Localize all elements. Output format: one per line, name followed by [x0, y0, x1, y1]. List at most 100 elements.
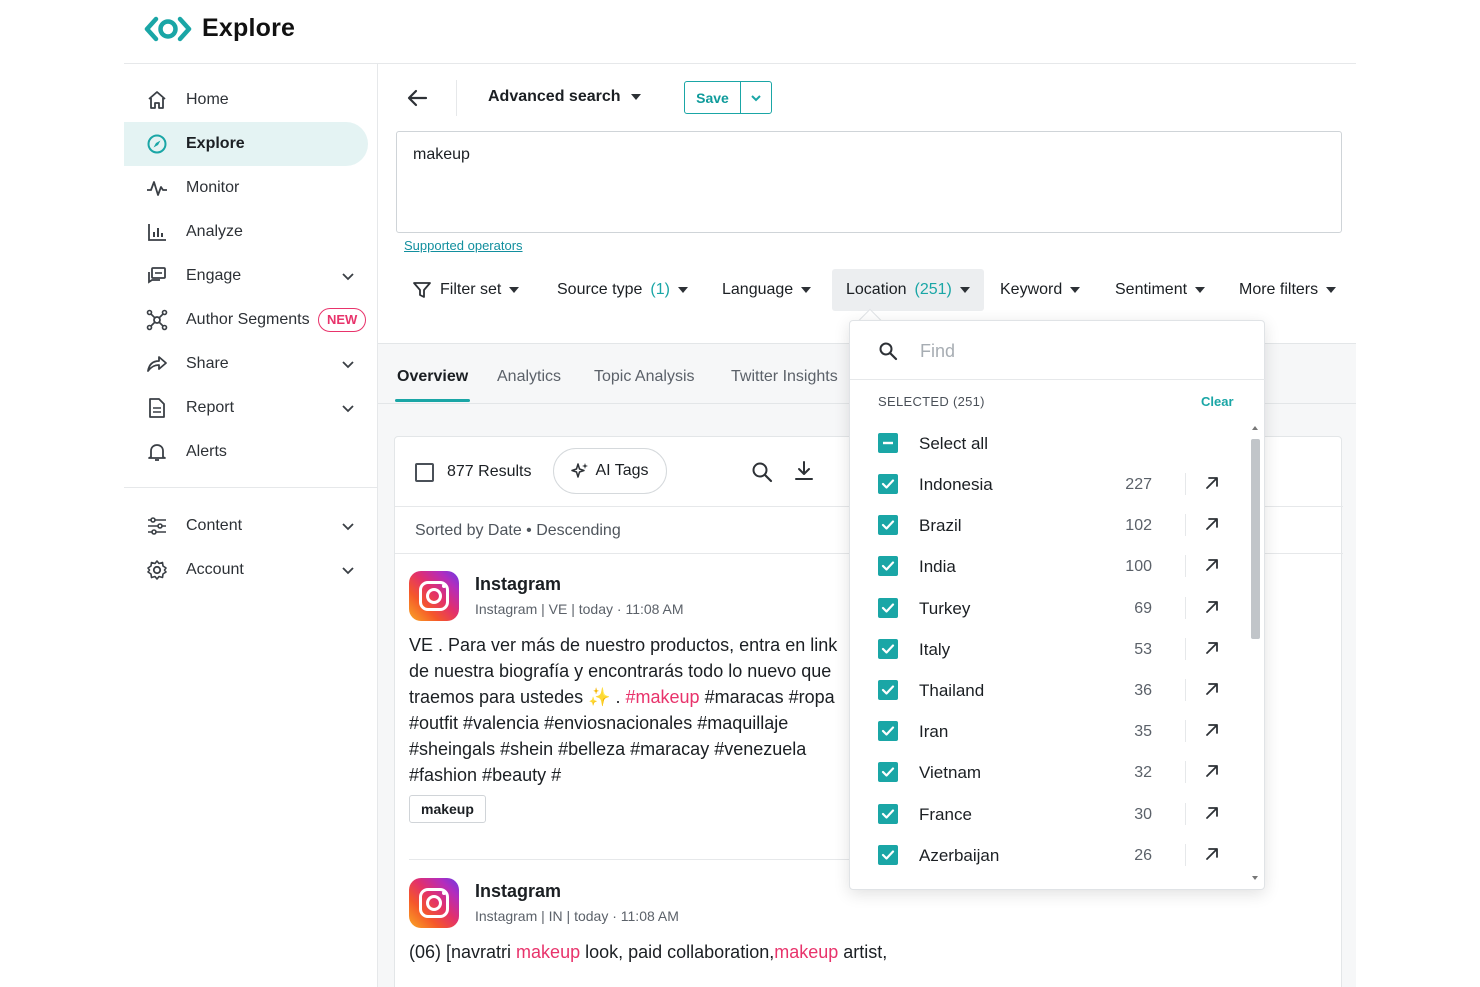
sidebar-item-engage[interactable]: Engage: [124, 254, 368, 298]
search-icon[interactable]: [751, 461, 773, 483]
external-link-icon[interactable]: [1203, 804, 1221, 822]
external-link-icon[interactable]: [1203, 556, 1221, 574]
sidebar-item-report[interactable]: Report: [124, 386, 368, 430]
tab-topic-analysis[interactable]: Topic Analysis: [594, 368, 695, 386]
language-label: Language: [722, 281, 794, 298]
source-type-dropdown[interactable]: Source type (1): [557, 269, 688, 311]
advanced-search-dropdown[interactable]: Advanced search: [488, 88, 641, 106]
more-filters-dropdown[interactable]: More filters: [1239, 269, 1337, 311]
select-all-option[interactable]: Select all: [850, 423, 1246, 464]
tab-twitter-insights[interactable]: Twitter Insights: [731, 368, 838, 386]
tab-overview[interactable]: Overview: [397, 368, 468, 386]
select-all-results-checkbox[interactable]: [415, 463, 434, 482]
checkbox-checked-icon[interactable]: [878, 844, 898, 865]
external-link-icon[interactable]: [1203, 598, 1221, 616]
save-options-button[interactable]: [741, 82, 771, 113]
location-dropdown-menu: Find SELECTED (251) Clear Select all Ind…: [849, 320, 1266, 890]
location-option[interactable]: Vietnam 32: [850, 752, 1246, 793]
scroll-up-icon[interactable]: [1248, 423, 1262, 433]
scroll-down-icon[interactable]: [1248, 873, 1262, 883]
home-icon: [148, 91, 166, 109]
app-logo[interactable]: Explore: [144, 14, 295, 43]
post-meta: Instagram | IN | today · 11:08 AM: [475, 908, 679, 924]
keyword-dropdown[interactable]: Keyword: [1000, 269, 1081, 311]
sidebar-item-alerts[interactable]: Alerts: [124, 430, 368, 474]
location-option-label: Turkey: [919, 598, 971, 618]
sidebar-item-content[interactable]: Content: [124, 504, 368, 548]
checkbox-checked-icon[interactable]: [878, 597, 898, 618]
location-option[interactable]: Italy 53: [850, 629, 1246, 670]
download-icon[interactable]: [793, 460, 815, 482]
location-option-count: 100: [1125, 558, 1152, 576]
checkbox-checked-icon[interactable]: [878, 474, 898, 494]
option-divider: [1185, 802, 1186, 825]
caret-down-icon: [959, 287, 970, 293]
location-option[interactable]: Turkey 69: [850, 588, 1246, 629]
sidebar-item-analyze[interactable]: Analyze: [124, 210, 368, 254]
checkbox-indeterminate-icon[interactable]: [878, 433, 898, 453]
chevron-down-icon: [342, 523, 354, 531]
post-tag[interactable]: makeup: [409, 795, 486, 823]
location-option[interactable]: Thailand 36: [850, 670, 1246, 711]
location-find-field[interactable]: Find: [850, 321, 1266, 380]
location-option[interactable]: Brazil 102: [850, 505, 1246, 546]
clear-button[interactable]: Clear: [1201, 394, 1234, 409]
filter-icon: [413, 282, 431, 298]
sidebar-item-home[interactable]: Home: [124, 78, 368, 122]
save-button[interactable]: Save: [685, 82, 741, 113]
language-dropdown[interactable]: Language: [722, 269, 812, 311]
location-option[interactable]: India 100: [850, 546, 1246, 587]
checkbox-checked-icon[interactable]: [878, 762, 898, 783]
scrollbar-thumb[interactable]: [1251, 439, 1260, 639]
content-icon: [148, 517, 166, 535]
search-query-input[interactable]: makeup: [396, 131, 1342, 233]
location-dropdown[interactable]: Location (251): [832, 269, 984, 311]
highlighted-keyword: makeup: [774, 942, 839, 962]
checkbox-checked-icon[interactable]: [878, 721, 898, 742]
external-link-icon[interactable]: [1203, 721, 1221, 739]
external-link-icon[interactable]: [1203, 639, 1221, 657]
location-option[interactable]: France 30: [850, 794, 1246, 835]
option-divider: [1185, 473, 1186, 495]
external-link-icon[interactable]: [1203, 474, 1221, 492]
location-option-count: 35: [1134, 723, 1152, 741]
checkbox-checked-icon[interactable]: [878, 638, 898, 659]
filter-bar: Filter set Source type (1) Language Loca…: [396, 269, 1356, 311]
caret-down-icon: [1326, 287, 1337, 293]
location-option[interactable]: Iran 35: [850, 711, 1246, 752]
sidebar-item-monitor[interactable]: Monitor: [124, 166, 368, 210]
sidebar-item-explore[interactable]: Explore: [124, 122, 368, 166]
location-option-label: Azerbaijan: [919, 845, 1000, 865]
search-icon: [879, 342, 898, 361]
post-source: Instagram: [475, 881, 562, 901]
keyword-label: Keyword: [1000, 281, 1063, 298]
dropdown-scrollbar[interactable]: [1248, 423, 1262, 889]
ai-tags-button[interactable]: AI Tags: [553, 448, 667, 494]
supported-operators-link[interactable]: Supported operators: [404, 238, 523, 253]
checkbox-checked-icon[interactable]: [878, 556, 898, 577]
external-link-icon[interactable]: [1203, 515, 1221, 533]
checkbox-checked-icon[interactable]: [878, 680, 898, 700]
caret-down-icon: [509, 287, 520, 293]
location-option-count: 32: [1134, 764, 1152, 782]
filter-set-dropdown[interactable]: Filter set: [412, 269, 520, 311]
sentiment-dropdown[interactable]: Sentiment: [1115, 269, 1206, 311]
tab-analytics[interactable]: Analytics: [497, 368, 561, 386]
location-count: (251): [914, 281, 952, 298]
analyze-icon: [148, 224, 166, 241]
external-link-icon[interactable]: [1203, 680, 1221, 698]
sentiment-label: Sentiment: [1115, 281, 1188, 298]
sidebar-item-author-segments[interactable]: Author Segments NEW: [124, 298, 368, 342]
chevron-down-icon: [751, 94, 761, 101]
app-title: Explore: [202, 14, 296, 42]
sidebar-item-share[interactable]: Share: [124, 342, 368, 386]
location-option[interactable]: Azerbaijan 26: [850, 835, 1246, 876]
option-divider: [1185, 843, 1186, 866]
back-arrow-icon[interactable]: [404, 84, 432, 112]
external-link-icon[interactable]: [1203, 845, 1221, 863]
external-link-icon[interactable]: [1203, 762, 1221, 780]
checkbox-checked-icon[interactable]: [878, 803, 898, 824]
sidebar-item-account[interactable]: Account: [124, 548, 368, 592]
location-option[interactable]: Indonesia 227: [850, 464, 1246, 505]
checkbox-checked-icon[interactable]: [878, 515, 898, 536]
